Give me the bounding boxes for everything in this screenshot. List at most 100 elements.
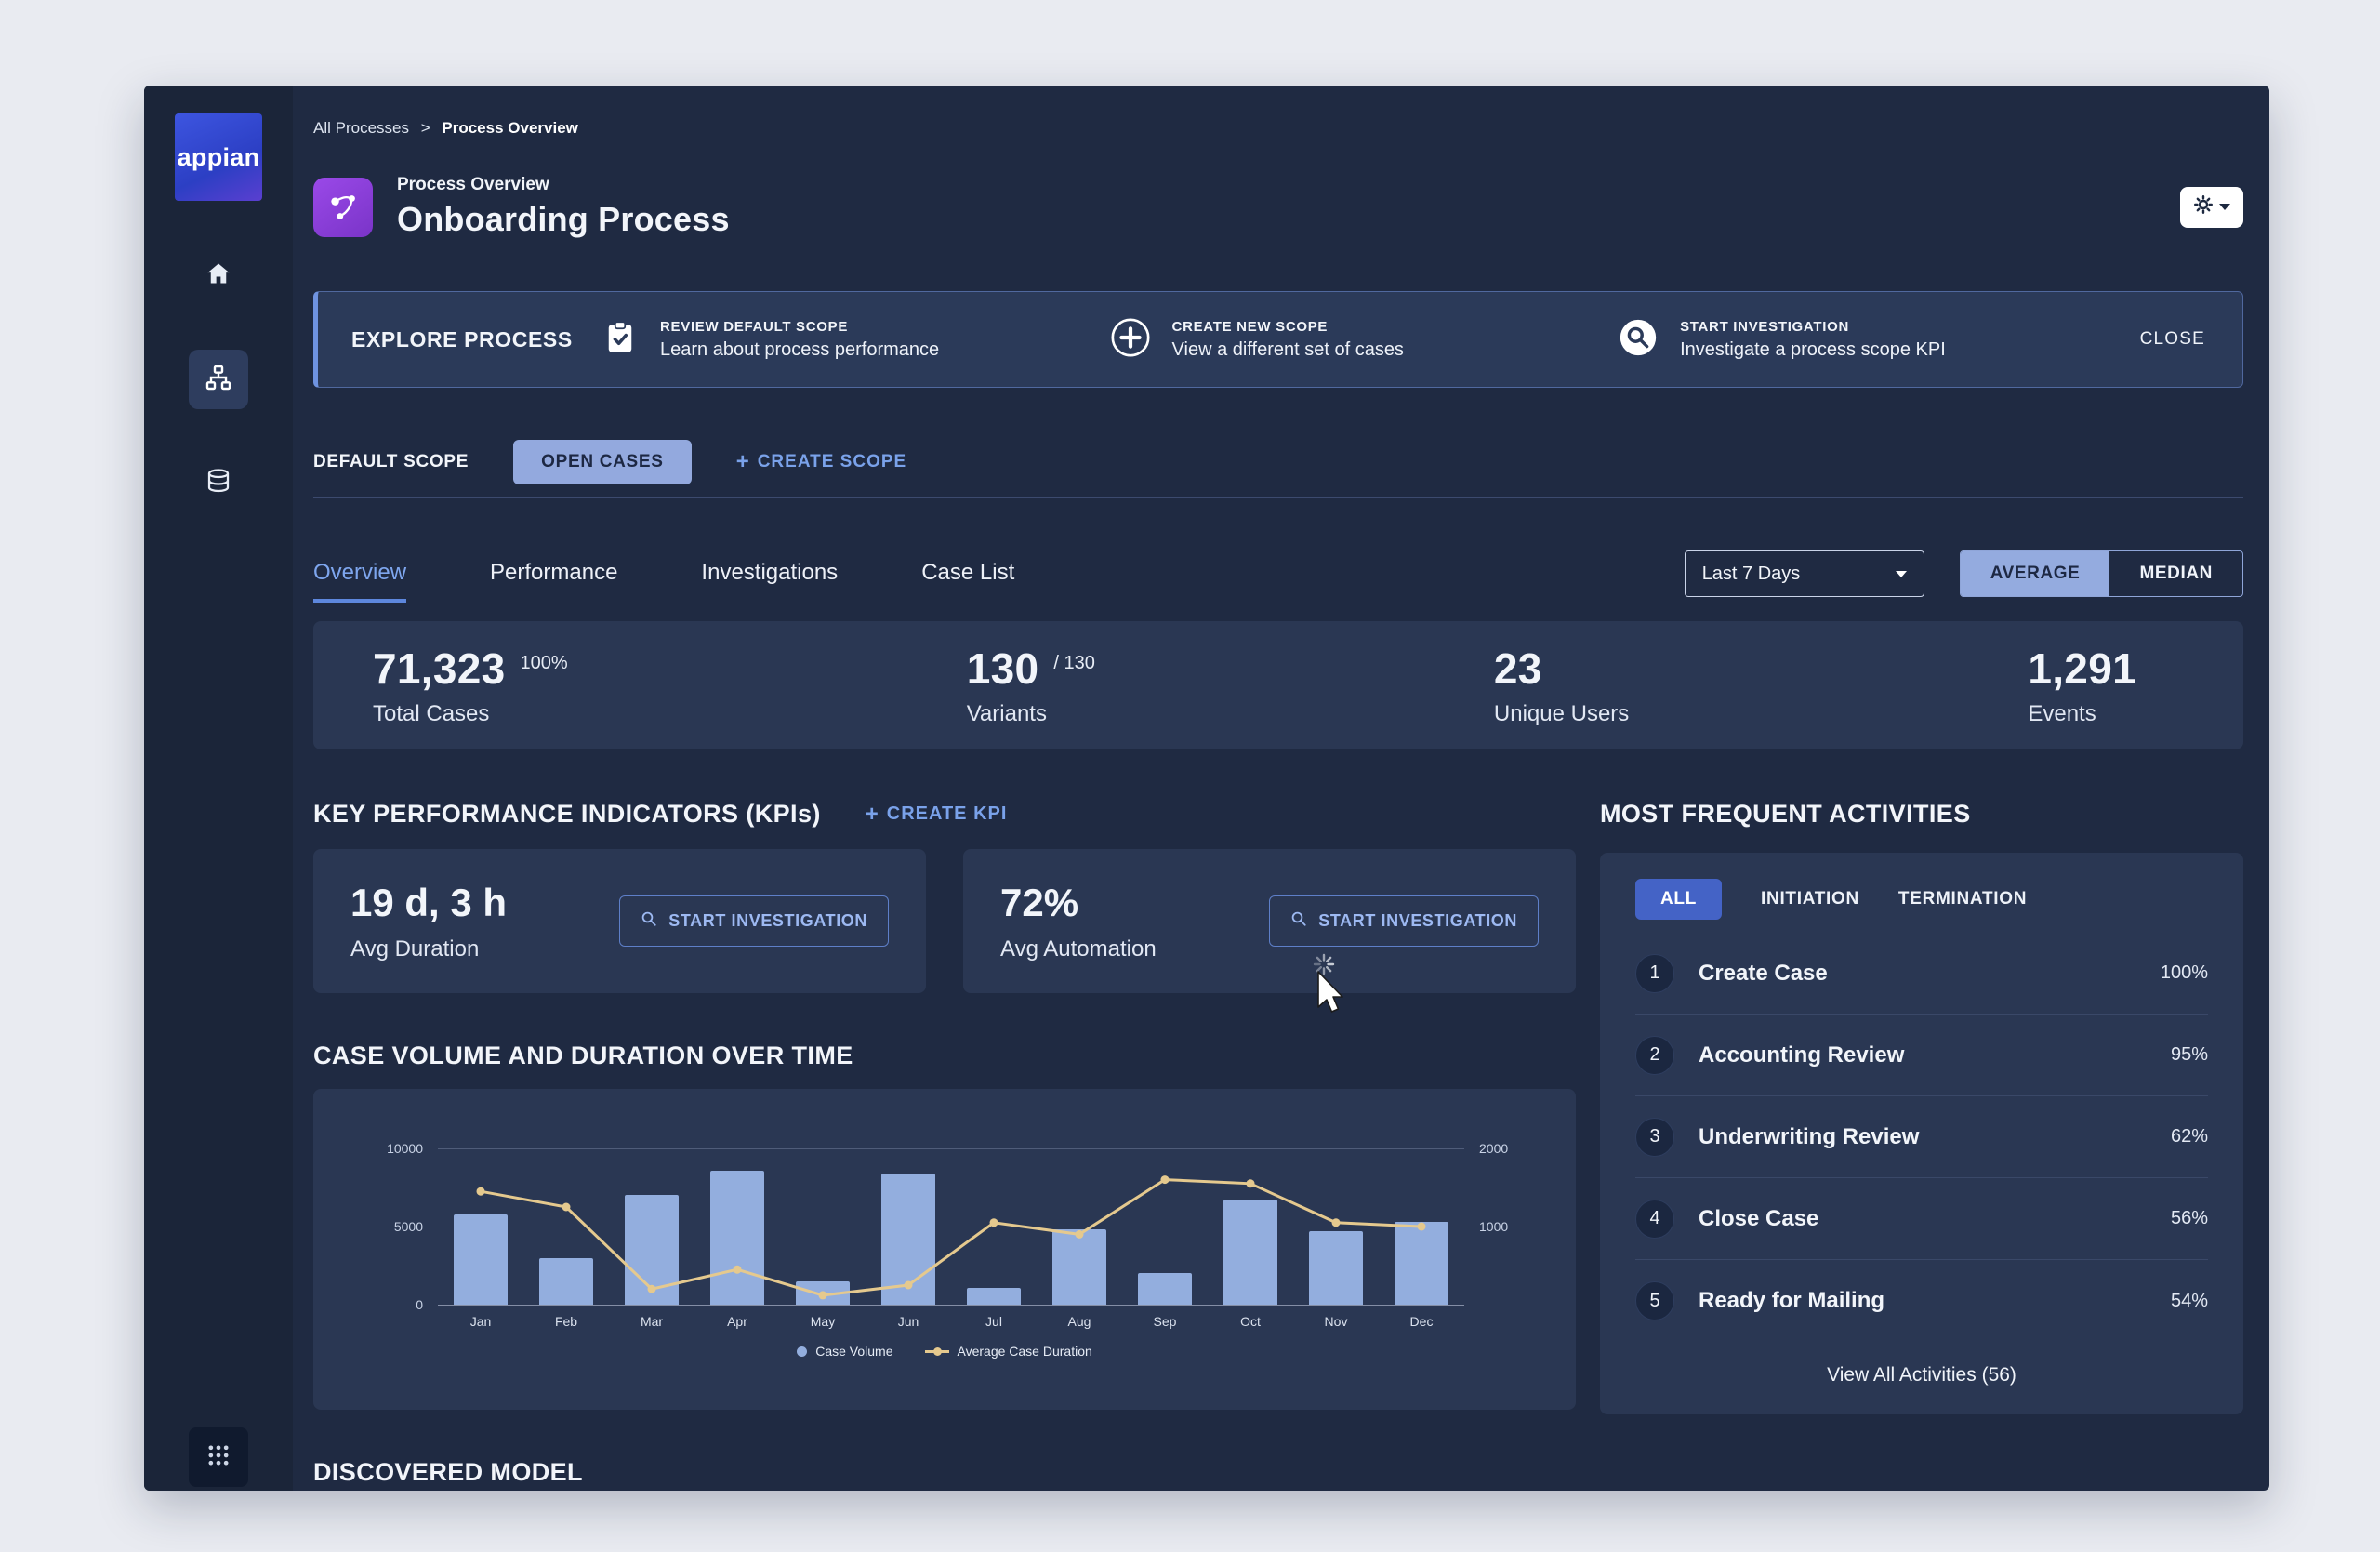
aggregation-median[interactable]: MEDIAN — [2109, 551, 2242, 596]
activity-name: Underwriting Review — [1699, 1124, 1919, 1150]
avg-duration-line — [438, 1148, 1464, 1305]
activity-rank-badge: 5 — [1635, 1281, 1674, 1320]
activities-tab-all[interactable]: ALL — [1635, 879, 1722, 920]
sidebar-item-process-mining[interactable] — [189, 350, 248, 409]
activity-name: Create Case — [1699, 961, 1828, 987]
stat-value: 23 — [1494, 643, 1542, 694]
tab-performance[interactable]: Performance — [490, 560, 617, 603]
plus-icon: + — [866, 803, 879, 826]
x-axis-tick-label: Jan — [438, 1314, 523, 1329]
aggregation-toggle: AVERAGE MEDIAN — [1960, 550, 2243, 597]
start-investigation-button[interactable]: START INVESTIGATION — [1269, 895, 1539, 947]
time-range-select[interactable]: Last 7 Days — [1685, 550, 1924, 597]
activity-row[interactable]: 1 Create Case 100% — [1635, 933, 2208, 1015]
chevron-down-icon — [1896, 571, 1907, 577]
search-icon — [641, 910, 657, 932]
stat-total-cases: 71,323 100% Total Cases — [373, 643, 568, 727]
tab-case-list[interactable]: Case List — [921, 560, 1014, 603]
database-icon — [205, 468, 232, 500]
kpi-card-avg-duration: 19 d, 3 h Avg Duration START INVESTIGATI… — [313, 849, 926, 993]
activity-row[interactable]: 5 Ready for Mailing 54% — [1635, 1260, 2208, 1342]
stat-label: Events — [2028, 701, 2136, 727]
stat-label: Variants — [967, 701, 1095, 727]
view-all-activities-link[interactable]: View All Activities (56) — [1635, 1364, 2208, 1386]
settings-menu-button[interactable] — [2180, 187, 2243, 228]
gridline — [438, 1305, 1464, 1306]
activity-percentage: 95% — [2171, 1044, 2208, 1066]
activity-row[interactable]: 2 Accounting Review 95% — [1635, 1015, 2208, 1096]
gear-icon — [2194, 195, 2213, 219]
kpi-label: Avg Duration — [350, 936, 507, 962]
home-icon — [205, 259, 232, 292]
y-axis-tick-label: 5000 — [394, 1218, 423, 1235]
start-investigation-button[interactable]: START INVESTIGATION — [619, 895, 889, 947]
chevron-down-icon — [2219, 204, 2230, 210]
banner-item-subtitle: View a different set of cases — [1172, 339, 1404, 361]
sidebar-item-data[interactable] — [189, 454, 248, 513]
create-new-scope-card[interactable]: CREATE NEW SCOPE View a different set of… — [1109, 316, 1618, 364]
activity-rank-badge: 3 — [1635, 1118, 1674, 1157]
x-axis-tick-label: May — [780, 1314, 866, 1329]
activity-row[interactable]: 3 Underwriting Review 62% — [1635, 1096, 2208, 1178]
activity-percentage: 56% — [2171, 1208, 2208, 1229]
activities-tab-initiation[interactable]: INITIATION — [1761, 889, 1859, 909]
x-axis-tick-label: Feb — [523, 1314, 609, 1329]
x-axis-tick-label: Dec — [1379, 1314, 1464, 1329]
x-axis-tick-label: Oct — [1208, 1314, 1293, 1329]
stat-annotation: 100% — [521, 653, 568, 694]
explore-process-title: EXPLORE PROCESS — [351, 327, 601, 352]
search-icon — [1290, 910, 1307, 932]
activity-name: Ready for Mailing — [1699, 1288, 1884, 1314]
banner-close-button[interactable]: CLOSE — [2140, 329, 2205, 350]
start-investigation-label: START INVESTIGATION — [668, 911, 867, 931]
clipboard-check-icon — [601, 318, 640, 362]
start-investigation-label: START INVESTIGATION — [1318, 911, 1517, 931]
activities-tab-termination[interactable]: TERMINATION — [1898, 889, 2027, 909]
tab-investigations[interactable]: Investigations — [701, 560, 838, 603]
create-kpi-button[interactable]: + CREATE KPI — [866, 803, 1008, 826]
stat-variants: 130 / 130 Variants — [967, 643, 1095, 727]
scope-tab-default[interactable]: DEFAULT SCOPE — [313, 452, 469, 472]
kpi-card-avg-automation: 72% Avg Automation START INVESTIGATION — [963, 849, 1576, 993]
appian-logo[interactable]: appian — [175, 113, 262, 201]
kpi-section-header: KEY PERFORMANCE INDICATORS (KPIs) + CREA… — [313, 800, 1576, 829]
case-volume-legend-label: Case Volume — [815, 1344, 892, 1359]
page-title: Onboarding Process — [397, 200, 730, 239]
app-window: appian — [144, 86, 2269, 1491]
view-tabs-row: Overview Performance Investigations Case… — [313, 550, 2243, 603]
breadcrumb-all-processes[interactable]: All Processes — [313, 119, 409, 137]
avg-duration-legend-label: Average Case Duration — [958, 1344, 1092, 1359]
banner-item-title: REVIEW DEFAULT SCOPE — [660, 319, 939, 335]
review-default-scope-card[interactable]: REVIEW DEFAULT SCOPE Learn about process… — [601, 318, 1109, 362]
sidebar-item-home[interactable] — [189, 245, 248, 305]
stat-annotation: / 130 — [1053, 653, 1094, 694]
activity-row[interactable]: 4 Close Case 56% — [1635, 1178, 2208, 1260]
search-circle-icon — [1617, 316, 1659, 364]
sidebar: appian — [144, 86, 293, 1491]
process-glyph-icon — [325, 190, 361, 225]
x-axis-tick-label: Sep — [1122, 1314, 1208, 1329]
chart-section-title: CASE VOLUME AND DURATION OVER TIME — [313, 1041, 1576, 1070]
activity-name: Close Case — [1699, 1206, 1818, 1232]
activities-section-title: MOST FREQUENT ACTIVITIES — [1600, 800, 2243, 829]
x-axis-tick-label: Mar — [609, 1314, 694, 1329]
x-axis-tick-label: Apr — [694, 1314, 780, 1329]
create-scope-button[interactable]: + CREATE SCOPE — [736, 451, 907, 473]
banner-item-subtitle: Learn about process performance — [660, 339, 939, 361]
chart-legend: Case Volume Average Case Duration — [360, 1344, 1529, 1359]
scope-tab-open-cases[interactable]: OPEN CASES — [513, 440, 692, 484]
banner-item-title: START INVESTIGATION — [1680, 319, 1946, 335]
start-investigation-card[interactable]: START INVESTIGATION Investigate a proces… — [1617, 316, 2125, 364]
activity-percentage: 62% — [2171, 1126, 2208, 1147]
activity-percentage: 54% — [2171, 1291, 2208, 1312]
explore-process-banner: EXPLORE PROCESS REVIEW DEFAULT SCOPE Lea… — [313, 291, 2243, 388]
aggregation-average[interactable]: AVERAGE — [1961, 551, 2110, 596]
x-axis-tick-label: Jul — [951, 1314, 1037, 1329]
sidebar-item-app-launcher[interactable] — [189, 1427, 248, 1487]
tab-overview[interactable]: Overview — [313, 560, 406, 603]
avg-duration-legend-marker — [925, 1350, 949, 1353]
y2-axis-tick-label: 2000 — [1479, 1140, 1508, 1157]
banner-item-subtitle: Investigate a process scope KPI — [1680, 339, 1946, 361]
x-axis-tick-label: Aug — [1037, 1314, 1122, 1329]
time-range-value: Last 7 Days — [1702, 564, 1801, 585]
